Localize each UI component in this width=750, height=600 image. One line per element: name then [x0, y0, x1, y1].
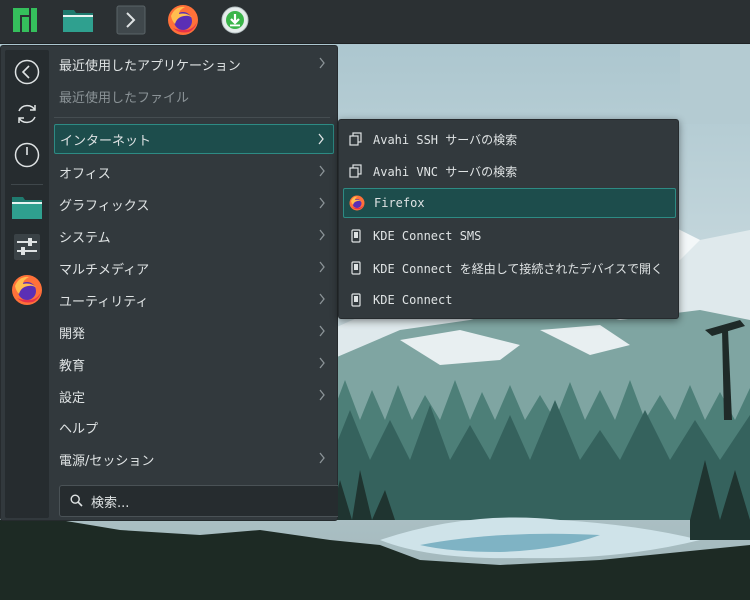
submenu-item-kde-connect-sms[interactable]: KDE Connect SMS: [343, 221, 676, 251]
firefox-icon: [348, 194, 366, 212]
back-icon: [14, 59, 40, 89]
chevron-right-icon: [319, 452, 325, 464]
terminal-button[interactable]: [114, 5, 148, 39]
menu-item-internet[interactable]: インターネット: [54, 124, 334, 154]
menu-item-utilities[interactable]: ユーティリティ: [54, 285, 334, 315]
chevron-right-icon: [319, 293, 325, 305]
chevron-right-icon: [319, 57, 325, 69]
menu-item-label: 開発: [59, 326, 86, 342]
menu-item-label: ヘルプ: [59, 421, 99, 437]
favorite-firefox[interactable]: [11, 274, 43, 310]
menu-item-label: 電源/セッション: [59, 453, 155, 469]
firefox-button[interactable]: [166, 5, 200, 39]
submenu-item-label: Firefox: [374, 196, 425, 210]
menu-sidebar: [5, 50, 49, 518]
submenu-item-label: Avahi VNC サーバの検索: [373, 164, 518, 179]
phone-icon: [347, 291, 365, 309]
search-placeholder: 検索...: [91, 495, 130, 511]
menu-item-system[interactable]: システム: [54, 221, 334, 251]
back-button[interactable]: [11, 58, 43, 90]
submenu-item-label: KDE Connect: [373, 293, 453, 307]
folder-icon: [11, 193, 43, 225]
chevron-right-icon: [318, 133, 324, 145]
power-icon: [14, 142, 40, 172]
settings-sliders-icon: [13, 233, 41, 265]
menu-item-label: システム: [59, 230, 111, 246]
folder-icon: [62, 6, 94, 38]
chevron-right-icon: [319, 229, 325, 241]
submenu-item-label: Avahi SSH サーバの検索: [373, 132, 518, 147]
search-input[interactable]: 検索...: [59, 485, 338, 517]
updates-button[interactable]: [218, 5, 252, 39]
search-icon: [70, 492, 83, 511]
firefox-icon: [167, 4, 199, 40]
terminal-icon: [116, 5, 146, 39]
submenu-item-kde-connect[interactable]: KDE Connect: [343, 285, 676, 315]
internet-submenu: Avahi SSH サーバの検索 Avahi VNC サーバの検索 Firefo…: [338, 119, 679, 319]
submenu-item-label: KDE Connect を経由して接続されたデバイスで開く: [373, 261, 663, 276]
menu-item-power-session[interactable]: 電源/セッション: [54, 444, 334, 474]
chevron-right-icon: [319, 325, 325, 337]
submenu-item-firefox[interactable]: Firefox: [343, 188, 676, 218]
network-server-icon: [347, 130, 365, 148]
menu-item-help[interactable]: ヘルプ: [54, 412, 334, 442]
menu-item-education[interactable]: 教育: [54, 349, 334, 379]
submenu-item-avahi-vnc[interactable]: Avahi VNC サーバの検索: [343, 156, 676, 186]
file-manager-button[interactable]: [61, 5, 95, 39]
menu-item-recent-apps[interactable]: 最近使用したアプリケーション: [54, 49, 334, 79]
menu-item-office[interactable]: オフィス: [54, 157, 334, 187]
menu-item-label: 最近使用したファイル: [59, 90, 190, 106]
menu-item-label: ユーティリティ: [59, 294, 149, 310]
chevron-right-icon: [319, 389, 325, 401]
menu-item-development[interactable]: 開発: [54, 317, 334, 347]
chevron-right-icon: [319, 357, 325, 369]
download-icon: [221, 6, 249, 38]
menu-item-recent-files[interactable]: 最近使用したファイル: [54, 81, 334, 111]
taskbar: [0, 0, 750, 44]
submenu-item-avahi-ssh[interactable]: Avahi SSH サーバの検索: [343, 124, 676, 154]
chevron-right-icon: [319, 165, 325, 177]
refresh-button[interactable]: [11, 100, 43, 132]
menu-item-label: 教育: [59, 358, 86, 374]
manjaro-menu-button[interactable]: [8, 5, 42, 39]
submenu-item-kde-connect-open[interactable]: KDE Connect を経由して接続されたデバイスで開く: [343, 253, 676, 283]
phone-icon: [347, 227, 365, 245]
menu-item-label: グラフィックス: [59, 198, 150, 214]
menu-item-label: オフィス: [59, 166, 111, 182]
submenu-item-label: KDE Connect SMS: [373, 229, 482, 243]
refresh-icon: [14, 101, 40, 131]
phone-icon: [347, 259, 365, 277]
menu-item-label: 設定: [59, 390, 86, 406]
menu-separator: [54, 117, 330, 118]
menu-item-label: マルチメディア: [59, 262, 150, 278]
chevron-right-icon: [319, 261, 325, 273]
firefox-icon: [11, 274, 43, 310]
menu-item-settings[interactable]: 設定: [54, 381, 334, 411]
menu-item-graphics[interactable]: グラフィックス: [54, 189, 334, 219]
menu-item-label: 最近使用したアプリケーション: [59, 58, 241, 74]
menu-item-label: インターネット: [60, 133, 152, 149]
menu-item-multimedia[interactable]: マルチメディア: [54, 253, 334, 283]
manjaro-logo-icon: [12, 7, 38, 37]
sidebar-separator: [11, 184, 43, 185]
application-menu: 最近使用したアプリケーション 最近使用したファイル インターネット オフィス グ…: [0, 45, 338, 521]
power-button[interactable]: [11, 141, 43, 173]
chevron-right-icon: [319, 197, 325, 209]
favorite-file-manager[interactable]: [11, 193, 43, 225]
favorite-settings[interactable]: [11, 233, 43, 265]
network-server-icon: [347, 162, 365, 180]
